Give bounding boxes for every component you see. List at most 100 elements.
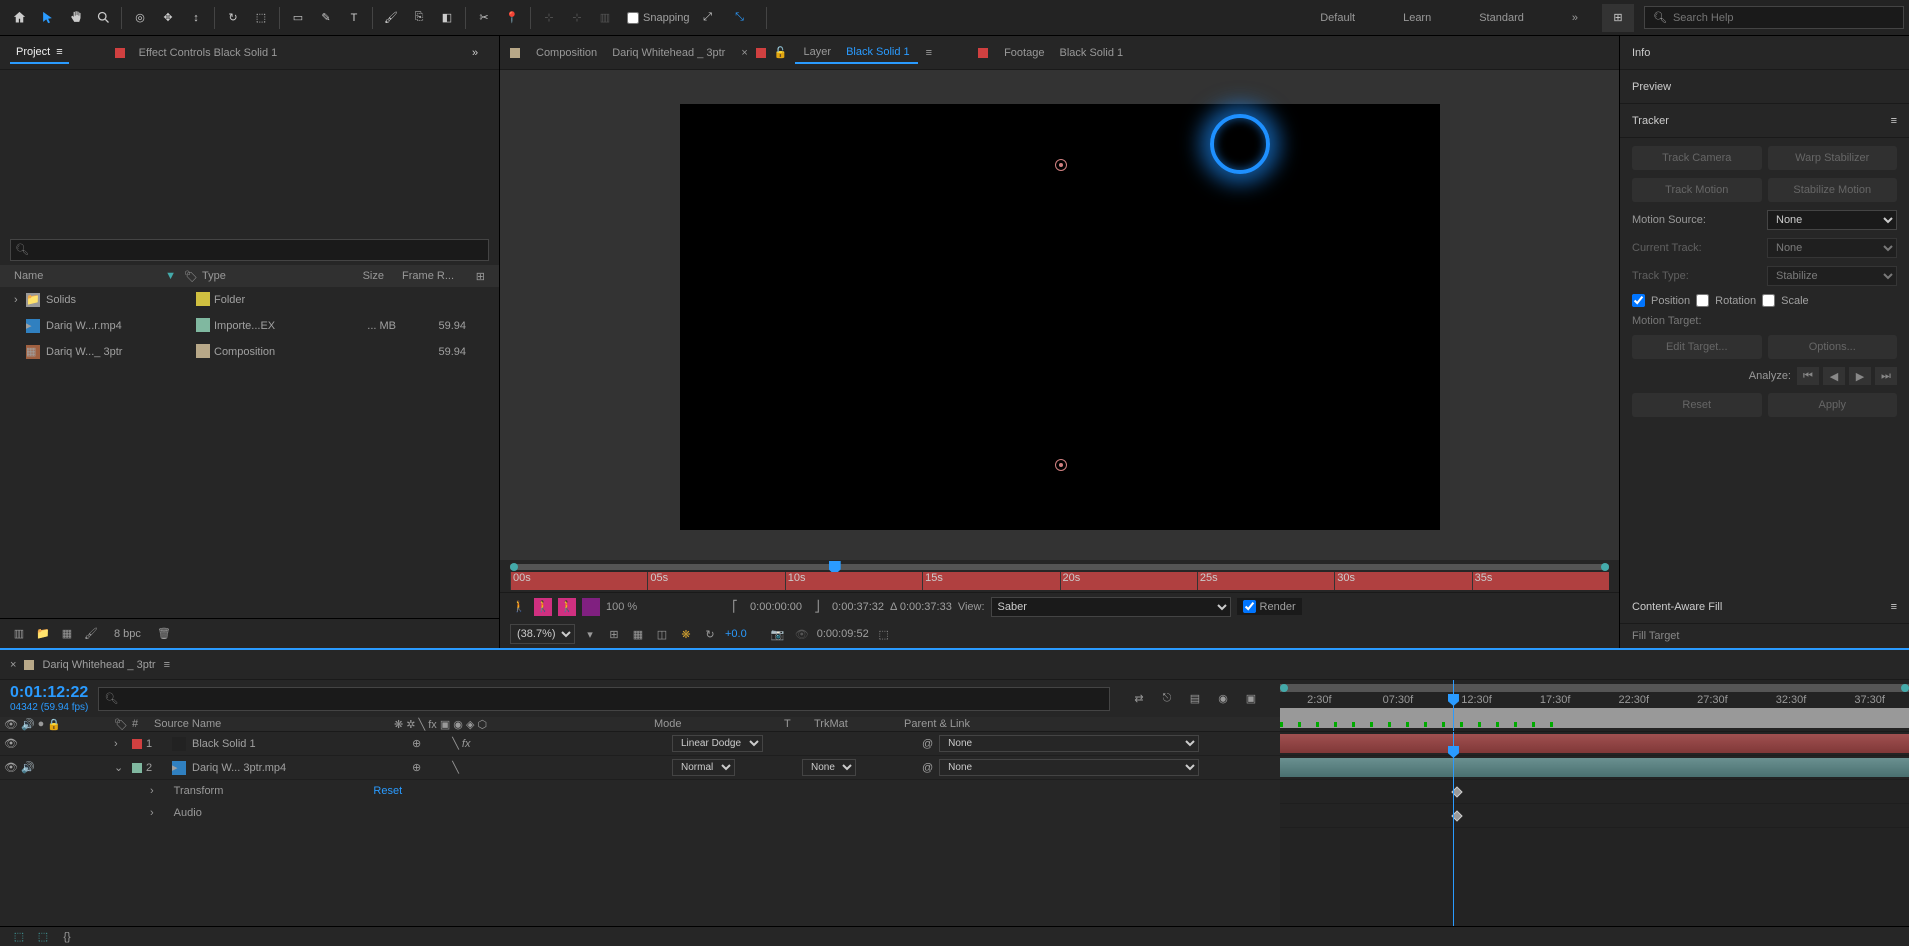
workspace-standard[interactable]: Standard (1455, 0, 1548, 36)
interpret-footage-icon[interactable]: ▥ (10, 625, 28, 643)
scale-checkbox[interactable] (1762, 294, 1775, 307)
workspace-default[interactable]: Default (1296, 0, 1379, 36)
panel-info-header[interactable]: Info (1620, 36, 1909, 70)
tab-footage[interactable]: Footage Black Solid 1 (996, 43, 1131, 63)
work-area-bar[interactable] (510, 564, 1609, 570)
panel-menu-icon[interactable]: ≡ (926, 47, 932, 59)
sync-settings-icon[interactable]: ⊞ (1602, 4, 1634, 32)
view-axis-icon[interactable]: ▥ (591, 4, 619, 32)
options-button[interactable]: Options... (1768, 335, 1898, 359)
layer-canvas[interactable] (680, 104, 1440, 530)
current-time[interactable]: 0:00:09:52 (817, 628, 869, 640)
project-item-footage[interactable]: ▸Dariq W...r.mp4 Importe...EX ... MB 59.… (0, 313, 499, 339)
panel-caf-header[interactable]: Content-Aware Fill≡ (1620, 590, 1909, 624)
mini-time-ruler[interactable]: 00s 05s 10s 15s 20s 25s 30s 35s (510, 572, 1609, 590)
current-timecode[interactable]: 0:01:12:22 (10, 684, 88, 702)
position-checkbox[interactable] (1632, 294, 1645, 307)
property-audio[interactable]: ›Audio (0, 802, 1280, 824)
close-timeline-tab-icon[interactable]: × (10, 659, 16, 671)
trkmat-select[interactable]: None (802, 759, 856, 776)
view-select[interactable]: Saber (991, 597, 1231, 617)
panel-overflow-icon[interactable]: » (461, 39, 489, 67)
solo-col-icon[interactable]: ● (38, 718, 45, 730)
blend-mode-select[interactable]: Linear Dodge (672, 735, 763, 752)
panel-menu-icon[interactable]: ≡ (1891, 115, 1897, 127)
track-motion-button[interactable]: Track Motion (1632, 178, 1762, 202)
orbit-tool-icon[interactable]: ◎ (126, 4, 154, 32)
layer-bar-2[interactable] (1280, 758, 1909, 777)
layer-row-2[interactable]: 👁🔊 ⌄ 2 ▸Dariq W... 3ptr.mp4 ⊕╲ Normal No… (0, 756, 1280, 780)
roto-overlay-icon[interactable] (582, 598, 600, 616)
grid-icon[interactable]: ⊞ (605, 625, 623, 643)
draft-3d-icon[interactable]: ⎋ (1158, 690, 1176, 708)
delete-icon[interactable]: 🗑 (155, 625, 173, 643)
exposure-value[interactable]: +0.0 (725, 628, 747, 640)
parent-select[interactable]: None (939, 735, 1199, 752)
roto-person-icon[interactable]: 🚶 (510, 598, 528, 616)
project-item-folder[interactable]: › 📁Solids Folder (0, 287, 499, 313)
bpc-label[interactable]: 8 bpc (106, 628, 149, 640)
video-toggle-icon[interactable]: 👁 (4, 737, 18, 750)
snapshot-icon[interactable]: 📷 (769, 625, 787, 643)
panel-tracker-header[interactable]: Tracker≡ (1620, 104, 1909, 138)
blend-mode-select[interactable]: Normal (672, 759, 735, 776)
video-toggle-icon[interactable]: 👁 (4, 761, 18, 774)
close-tab-icon[interactable]: × (741, 47, 747, 59)
tab-project[interactable]: Project ≡ (10, 42, 69, 64)
parent-select[interactable]: None (939, 759, 1199, 776)
pickwhip-icon[interactable]: @ (922, 762, 933, 774)
roto-alpha-icon[interactable]: 🚶 (534, 598, 552, 616)
home-icon[interactable] (5, 4, 33, 32)
effect-point-start[interactable] (1055, 159, 1067, 171)
audio-toggle-icon[interactable]: 🔊 (21, 761, 35, 774)
resolution-icon[interactable]: ▾ (581, 625, 599, 643)
rectangle-tool-icon[interactable]: ▭ (284, 4, 312, 32)
flowchart-icon[interactable]: ⊞ (472, 270, 489, 283)
guides-icon[interactable]: ▦ (629, 625, 647, 643)
panel-menu-icon[interactable]: ≡ (1891, 601, 1897, 613)
project-search-input[interactable] (10, 239, 489, 261)
playhead[interactable] (1453, 732, 1454, 926)
out-point-icon[interactable]: ⎦ (808, 598, 826, 616)
unified-camera-icon[interactable]: ⬚ (247, 4, 275, 32)
reset-link[interactable]: Reset (373, 785, 402, 797)
magnification-select[interactable]: (38.7%) (510, 624, 575, 644)
pen-tool-icon[interactable]: ✎ (312, 4, 340, 32)
timeline-search-input[interactable] (98, 687, 1110, 711)
toggle-switches-icon[interactable]: ⬚ (10, 928, 28, 946)
rotation-checkbox[interactable] (1696, 294, 1709, 307)
warp-stabilizer-button[interactable]: Warp Stabilizer (1768, 146, 1898, 170)
analyze-fwd-icon[interactable]: ▶ (1849, 367, 1871, 385)
snap-edge-icon[interactable]: ⤢ (694, 4, 722, 32)
video-col-icon[interactable]: 👁 (4, 718, 18, 731)
search-help-input[interactable] (1673, 12, 1895, 24)
snap-collapse-icon[interactable]: ⤡ (726, 4, 754, 32)
region-icon[interactable]: ⬚ (875, 625, 893, 643)
search-help-field[interactable]: 🔍︎ (1644, 6, 1904, 29)
property-transform[interactable]: ›TransformReset (0, 780, 1280, 802)
tab-effect-controls[interactable]: Effect Controls Black Solid 1 (133, 43, 284, 63)
reset-button[interactable]: Reset (1632, 393, 1762, 417)
panel-preview-header[interactable]: Preview (1620, 70, 1909, 104)
pan-tool-icon[interactable]: ✥ (154, 4, 182, 32)
text-tool-icon[interactable]: T (340, 4, 368, 32)
toggle-modes-icon[interactable]: ⬚ (34, 928, 52, 946)
brush-tool-icon[interactable]: 🖌 (377, 4, 405, 32)
stabilize-motion-button[interactable]: Stabilize Motion (1768, 178, 1898, 202)
motion-blur-icon[interactable]: ▣ (1242, 690, 1260, 708)
workspace-learn[interactable]: Learn (1379, 0, 1455, 36)
roto-tool-icon[interactable]: ✂ (470, 4, 498, 32)
analyze-fwd-1-icon[interactable]: ⏭ (1875, 367, 1897, 385)
playhead[interactable] (1453, 680, 1454, 731)
new-comp-icon[interactable]: ▦ (58, 625, 76, 643)
motion-source-select[interactable]: None (1767, 210, 1897, 230)
apply-button[interactable]: Apply (1768, 393, 1898, 417)
time-navigator[interactable] (1280, 684, 1909, 692)
color-mgmt-icon[interactable]: ❋ (677, 625, 695, 643)
local-axis-icon[interactable]: ⊹ (535, 4, 563, 32)
adjust-settings-icon[interactable]: 🖌 (82, 625, 100, 643)
out-time[interactable]: 0:00:37:32 (832, 601, 884, 613)
analyze-back-icon[interactable]: ◀ (1823, 367, 1845, 385)
work-area[interactable] (1280, 708, 1909, 728)
mask-icon[interactable]: ◫ (653, 625, 671, 643)
